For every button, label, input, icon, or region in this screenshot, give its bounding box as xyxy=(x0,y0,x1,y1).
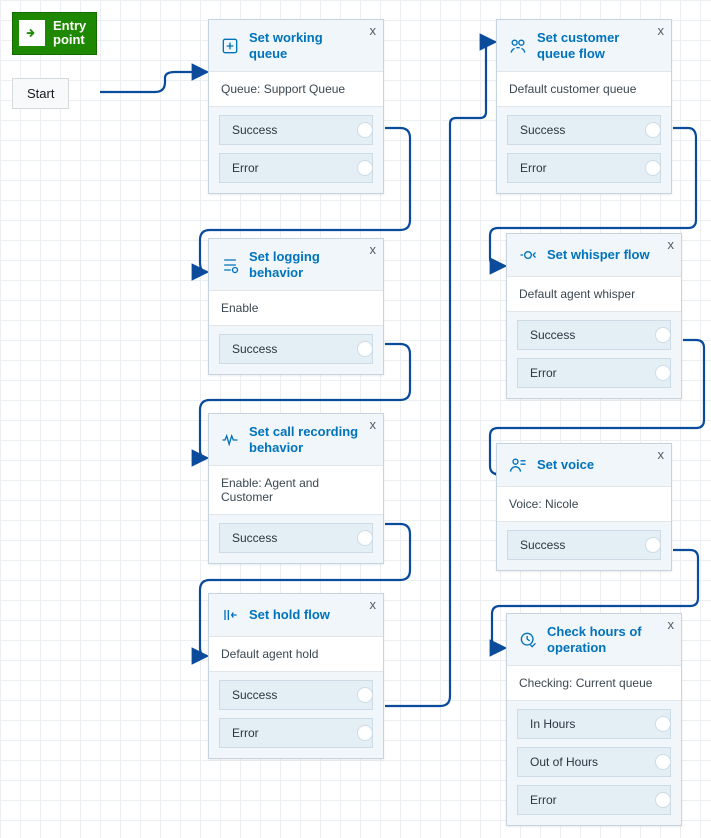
block-set-working-queue[interactable]: x Set working queue Queue: Support Queue… xyxy=(208,19,384,194)
output-success[interactable]: Success xyxy=(219,115,373,145)
output-success[interactable]: Success xyxy=(219,523,373,553)
close-icon[interactable]: x xyxy=(370,242,377,257)
clock-check-icon xyxy=(517,629,539,651)
block-subtitle: Default customer queue xyxy=(497,71,671,107)
block-set-logging-behavior[interactable]: x Set logging behavior Enable Success xyxy=(208,238,384,375)
close-icon[interactable]: x xyxy=(370,23,377,38)
output-success[interactable]: Success xyxy=(219,334,373,364)
block-title: Set logging behavior xyxy=(249,249,363,280)
block-title: Set whisper flow xyxy=(547,247,650,263)
block-title: Set call recording behavior xyxy=(249,424,363,455)
block-subtitle: Default agent hold xyxy=(209,636,383,672)
output-error[interactable]: Error xyxy=(517,358,671,388)
block-check-hours-of-operation[interactable]: x Check hours of operation Checking: Cur… xyxy=(506,613,682,826)
block-title: Set voice xyxy=(537,457,594,473)
block-subtitle: Checking: Current queue xyxy=(507,665,681,701)
output-in-hours[interactable]: In Hours xyxy=(517,709,671,739)
block-subtitle: Default agent whisper xyxy=(507,276,681,312)
block-set-hold-flow[interactable]: x Set hold flow Default agent hold Succe… xyxy=(208,593,384,759)
block-subtitle: Enable: Agent and Customer xyxy=(209,465,383,515)
output-success[interactable]: Success xyxy=(507,115,661,145)
block-title: Set hold flow xyxy=(249,607,330,623)
entry-point-block[interactable]: Entry point xyxy=(12,12,97,55)
block-set-voice[interactable]: x Set voice Voice: Nicole Success xyxy=(496,443,672,571)
block-set-customer-queue-flow[interactable]: x Set customer queue flow Default custom… xyxy=(496,19,672,194)
close-icon[interactable]: x xyxy=(370,417,377,432)
block-title: Set customer queue flow xyxy=(537,30,651,61)
block-title: Set working queue xyxy=(249,30,363,61)
output-out-of-hours[interactable]: Out of Hours xyxy=(517,747,671,777)
list-settings-icon xyxy=(219,254,241,276)
entry-arrow-icon xyxy=(19,20,45,46)
output-success[interactable]: Success xyxy=(517,320,671,350)
whisper-icon xyxy=(517,244,539,266)
block-subtitle: Voice: Nicole xyxy=(497,486,671,522)
output-error[interactable]: Error xyxy=(517,785,671,815)
close-icon[interactable]: x xyxy=(668,237,675,252)
block-set-call-recording-behavior[interactable]: x Set call recording behavior Enable: Ag… xyxy=(208,413,384,564)
block-title: Check hours of operation xyxy=(547,624,661,655)
output-success[interactable]: Success xyxy=(219,680,373,710)
block-subtitle: Queue: Support Queue xyxy=(209,71,383,107)
output-error[interactable]: Error xyxy=(507,153,661,183)
output-success[interactable]: Success xyxy=(507,530,661,560)
start-output[interactable]: Start xyxy=(12,78,69,109)
voice-person-icon xyxy=(507,454,529,476)
waveform-icon xyxy=(219,429,241,451)
close-icon[interactable]: x xyxy=(668,617,675,632)
hold-arrow-icon xyxy=(219,604,241,626)
output-error[interactable]: Error xyxy=(219,718,373,748)
block-subtitle: Enable xyxy=(209,290,383,326)
queue-plus-icon xyxy=(219,35,241,57)
start-label: Start xyxy=(27,86,54,101)
close-icon[interactable]: x xyxy=(370,597,377,612)
block-set-whisper-flow[interactable]: x Set whisper flow Default agent whisper… xyxy=(506,233,682,399)
entry-title: Entry point xyxy=(53,19,86,48)
close-icon[interactable]: x xyxy=(658,447,665,462)
people-flow-icon xyxy=(507,35,529,57)
output-error[interactable]: Error xyxy=(219,153,373,183)
close-icon[interactable]: x xyxy=(658,23,665,38)
